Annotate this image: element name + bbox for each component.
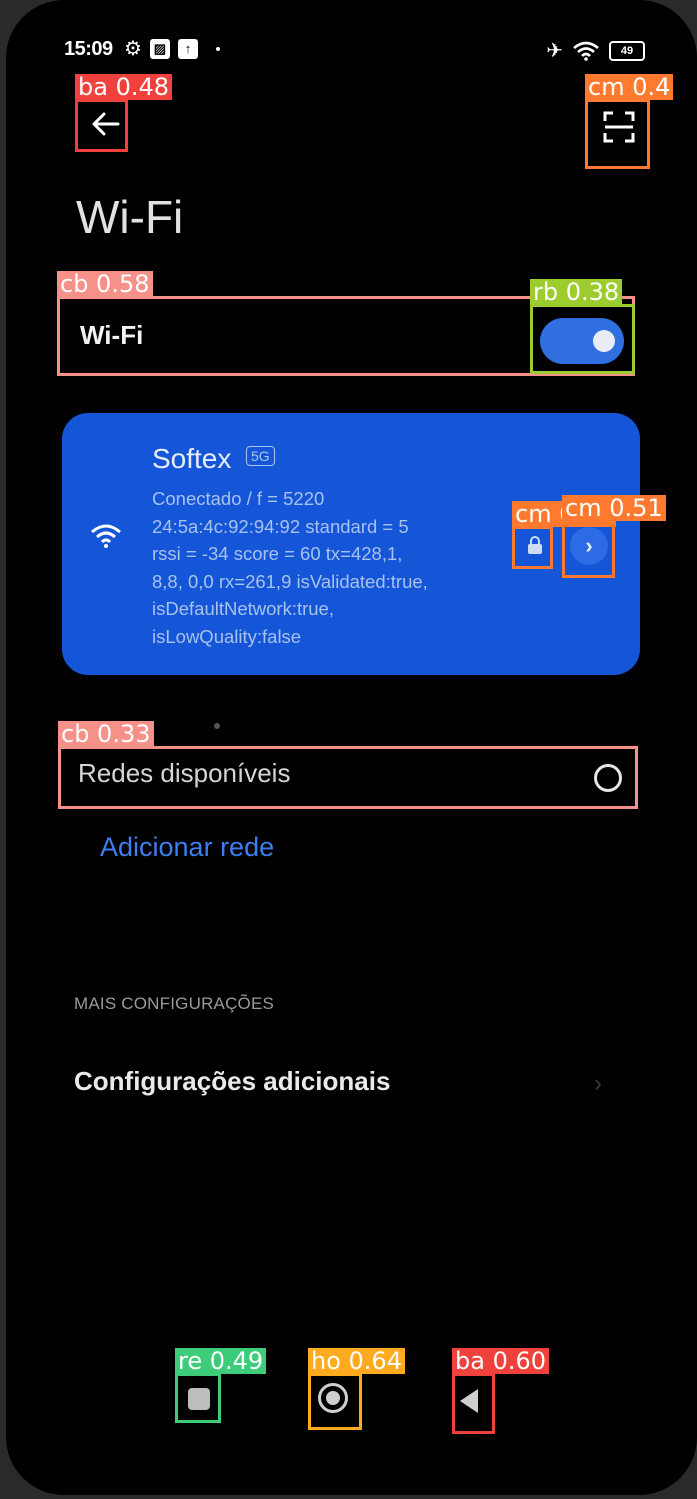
upload-icon: ↑ [177,38,198,59]
detection-box-lock: cm 0.50 [512,501,616,569]
scroll-dot [214,723,220,729]
wifi-signal-icon [91,524,121,548]
detection-label: ba 0.60 [452,1348,550,1374]
gear-icon: ⚙ [124,38,142,60]
section-header-more-settings: MAIS CONFIGURAÇÕES [74,994,275,1013]
detection-label: cb 0.58 [57,271,153,297]
status-icons-right: ✈ 49 [546,38,645,63]
chevron-right-icon: › [594,1070,602,1097]
photo-icon: ▨ [149,38,170,59]
connected-network-card[interactable]: Softex 5G Conectado / f = 5220 24:5a:4c:… [62,413,640,675]
wifi-icon [573,41,599,61]
battery-icon: 49 [609,40,645,61]
detection-label: cb 0.33 [58,721,154,747]
detection-box-scan: cm 0.4 [585,74,674,169]
network-details: Conectado / f = 5220 24:5a:4c:92:94:92 s… [152,488,428,647]
detection-label: cm 0.51 [562,495,666,521]
airplane-icon: ✈ [546,40,563,62]
detection-box-back-nav: ba 0.60 [452,1348,550,1434]
detection-box-back: ba 0.48 [75,74,173,152]
detection-box-available: cb 0.33 [58,721,638,809]
page-title: Wi-Fi [76,191,184,243]
detection-box-home: ho 0.64 [308,1348,405,1430]
detection-box-toggle: rb 0.38 [530,279,635,374]
add-network-link[interactable]: Adicionar rede [100,832,274,863]
additional-settings-item[interactable]: Configurações adicionais [74,1066,390,1097]
status-time: 15:09 [64,38,113,60]
detection-label: ho 0.64 [308,1348,405,1374]
detection-box-recents: re 0.49 [175,1348,267,1423]
detection-box-chevron: cm 0.51 [562,495,666,578]
detection-label: cm 0.4 [585,74,674,100]
band-badge: 5G [246,446,275,466]
notification-dot [215,46,220,51]
detection-label: ba 0.48 [75,74,173,100]
status-icons-left: ⚙ ▨ ↑ [124,36,220,61]
network-ssid: Softex [152,443,232,474]
detection-label: rb 0.38 [530,279,623,305]
detection-label: re 0.49 [175,1348,267,1374]
